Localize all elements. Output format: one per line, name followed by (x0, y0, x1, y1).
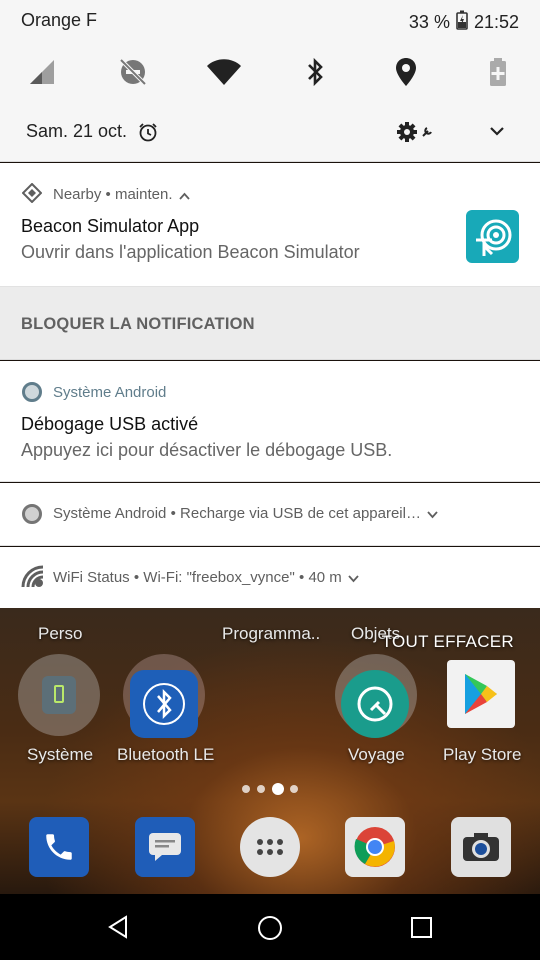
expand-chevron-icon[interactable] (348, 570, 359, 587)
systeme-folder-icon[interactable] (18, 654, 100, 736)
app-drawer-icon[interactable] (240, 817, 300, 877)
alarm-icon[interactable] (138, 122, 158, 147)
status-right: 33 % 21:52 (409, 10, 519, 35)
separator: • (299, 569, 305, 586)
home-label-perso[interactable]: Perso (38, 624, 82, 644)
notification-summary: Recharge via USB de cet appareil… (180, 505, 421, 522)
bluetooth-le-icon[interactable] (130, 670, 198, 738)
page-dot (257, 785, 265, 793)
notification-wifi-status[interactable]: WiFi Status • Wi-Fi: "freebox_vynce" • 4… (0, 547, 540, 608)
notification-app-name: WiFi Status (53, 569, 130, 586)
phone-icon[interactable] (29, 817, 89, 877)
wrench-icon (421, 125, 433, 143)
navigation-bar (0, 894, 540, 960)
notification-title: Débogage USB activé (21, 414, 199, 434)
carrier-name: Orange F (21, 10, 98, 30)
notification-app-name: Système Android (53, 505, 167, 522)
page-dot (290, 785, 298, 793)
separator: • (105, 186, 111, 203)
voyage-icon[interactable] (341, 670, 409, 738)
notification-usb-debug[interactable]: Système Android Débogage USB activé Appu… (0, 361, 540, 482)
notification-header: WiFi Status • Wi-Fi: "freebox_vynce" • 4… (53, 569, 359, 587)
home-label-programmation[interactable]: Programma.. (222, 624, 320, 644)
notification-app-name: Nearby (53, 186, 102, 203)
notification-nearby[interactable]: Nearby • mainten. Beacon Simulator App O… (0, 163, 540, 287)
block-notification-button[interactable]: BLOQUER LA NOTIFICATION (21, 315, 255, 334)
notification-app-name: Système Android (53, 384, 167, 401)
home-label-bluetooth-le: Bluetooth LE (117, 745, 215, 764)
back-icon[interactable] (106, 915, 130, 939)
signal-icon[interactable] (22, 52, 62, 92)
location-icon[interactable] (386, 52, 426, 92)
date-label: Sam. 21 oct. (26, 121, 128, 141)
battery-charging-icon (456, 10, 468, 35)
collapse-chevron-icon[interactable] (179, 187, 190, 204)
messages-icon[interactable] (135, 817, 195, 877)
notification-title: Beacon Simulator App (21, 216, 200, 236)
wifi-status-icon (21, 565, 45, 594)
camera-icon[interactable] (451, 817, 511, 877)
page-dot (242, 785, 250, 793)
battery-percent: 33 % (408, 12, 450, 32)
nearby-icon (21, 182, 43, 208)
notification-body: Appuyez ici pour désactiver le débogage … (21, 440, 393, 460)
settings-gear-icon[interactable] (396, 121, 418, 148)
home-label-systeme: Système (27, 745, 94, 764)
quick-settings-panel: Orange F 33 % 21:52 Sam. 21 oct. (0, 0, 540, 162)
home-icon[interactable] (258, 916, 282, 940)
notification-subtext: mainten. (114, 186, 173, 203)
notification-header: Système Android • Recharge via USB de ce… (53, 505, 438, 523)
block-notification-bar[interactable]: BLOQUER LA NOTIFICATION (0, 287, 540, 360)
home-label-voyage: Voyage (348, 745, 405, 764)
bluetooth-icon[interactable] (295, 52, 335, 92)
expand-chevron-icon[interactable] (489, 124, 505, 143)
separator: • (170, 505, 176, 522)
notification-summary: Wi-Fi: "freebox_vynce" (143, 569, 295, 586)
page-dot-active (272, 783, 284, 795)
play-store-icon[interactable] (447, 660, 515, 728)
home-label-play-store: Play Store (443, 745, 522, 764)
chrome-icon[interactable] (345, 817, 405, 877)
clock: 21:52 (473, 12, 519, 32)
recents-icon[interactable] (411, 917, 432, 938)
battery-icon[interactable] (478, 52, 518, 92)
android-system-icon (22, 504, 42, 524)
expand-chevron-icon[interactable] (427, 506, 438, 523)
android-system-icon (22, 382, 42, 402)
separator: • (133, 569, 140, 586)
notification-header: Nearby • mainten. (53, 186, 190, 204)
notification-usb-charging[interactable]: Système Android • Recharge via USB de ce… (0, 483, 540, 546)
clear-all-button[interactable]: TOUT EFFACER (382, 632, 514, 652)
dnd-off-icon[interactable] (113, 52, 153, 92)
wifi-icon[interactable] (204, 52, 244, 92)
beacon-simulator-icon (466, 210, 519, 263)
notification-body: Ouvrir dans l'application Beacon Simulat… (21, 242, 360, 262)
notification-time: 40 m (308, 569, 342, 586)
